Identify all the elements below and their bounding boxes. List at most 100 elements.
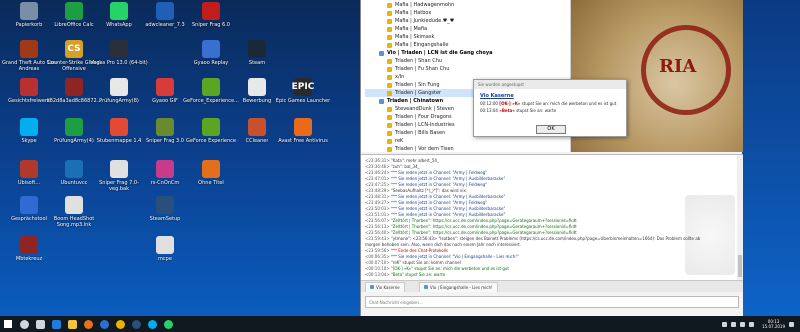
dialog-line-name: »Beta«: [499, 108, 515, 113]
desktop-icon-label: Sniper Frag 3.0: [146, 138, 184, 144]
chat-scrollbar[interactable]: [737, 155, 743, 280]
chat-timestamp: <23:48:29>: [365, 188, 390, 193]
ok-button[interactable]: OK: [536, 125, 566, 134]
tree-user[interactable]: Mafia | Eingangshalle: [365, 41, 565, 49]
app-icon: [20, 78, 38, 96]
taskbar-teamspeak[interactable]: [96, 316, 112, 332]
desktop-icon-label: Ubuntuvcc: [60, 180, 88, 186]
taskbar-firefox[interactable]: [80, 316, 96, 332]
taskbar-edge[interactable]: [48, 316, 64, 332]
chat-tabs: Vio Kaserne Vio | Eingangshalle - Lies mi…: [361, 280, 743, 292]
app-icon: CS: [65, 40, 83, 58]
desktop-icon-label: Avast Free Antivirus: [278, 138, 328, 144]
desktop-icon[interactable]: mcpe: [136, 236, 194, 276]
desktop: Papierkorb LibreOffice Calc WhatsApp adwcle…: [0, 0, 360, 316]
app-icon: [110, 2, 128, 20]
chat-timestamp: <23:48:31>: [365, 194, 390, 199]
desktop-icon-label: LibreOffice Calc: [54, 22, 94, 28]
tree-user[interactable]: Triaden | Fu Shan Chu: [365, 65, 565, 73]
chat-input[interactable]: [365, 296, 739, 308]
taskbar-skype[interactable]: [144, 316, 160, 332]
tree-user[interactable]: Mafia | Junkiedude.♥_♥: [365, 17, 565, 25]
desktop-icon-label: Epic Games Launcher: [275, 98, 331, 104]
tab-icon: [370, 285, 374, 289]
volume-icon[interactable]: [740, 321, 746, 327]
desktop-icon-label: CCleaner: [245, 138, 269, 144]
chat-timestamp: <23:36:31>: [365, 158, 390, 163]
app-icon: [20, 40, 38, 58]
chat-timestamp: <23:51:01>: [365, 212, 390, 217]
desktop-icon[interactable]: Mbtekreuz: [0, 236, 58, 276]
tree-channel[interactable]: Vio | Triaden | LCN ist die Gang choya: [365, 49, 565, 57]
desktop-icon[interactable]: Sniper Frag 6.0: [182, 2, 240, 42]
tree-row-label: x/In: [395, 74, 405, 80]
chat-timestamp: <00:13:04>: [365, 272, 390, 277]
desktop-icon[interactable]: Vegas Pro 13.0 (64-bit): [90, 40, 148, 80]
chat-timestamp: <23:50:03>: [365, 206, 390, 211]
desktop-icon-label: Gyaoo Replay: [193, 60, 229, 66]
notification-icon[interactable]: [789, 321, 794, 327]
tree-user[interactable]: Triaden | Shan Chu: [365, 57, 565, 65]
task-view-button[interactable]: [32, 316, 48, 332]
app-icon: [156, 118, 174, 136]
tree-row-label: Mafia | Junkiedude.♥_♥: [395, 18, 455, 24]
chat-message: "reK" stupst Sie an: komm channel: [390, 260, 461, 265]
desktop-icon-label: Ohne Titel: [198, 180, 224, 186]
taskbar: 00:13 15.07.2019: [0, 316, 800, 332]
scrollbar-thumb[interactable]: [738, 255, 742, 277]
start-button[interactable]: [0, 316, 16, 332]
dialog-line-name: [OK-] »K«: [499, 101, 521, 106]
tree-user[interactable]: Mafia | Hatbox: [365, 9, 565, 17]
desktop-icon-label: Gesichtsfreiwerk: [8, 98, 50, 104]
task-view-icon: [35, 319, 45, 329]
chat-log[interactable]: <23:36:31> "Kata": mehr albert_54_ <23:36…: [361, 154, 743, 280]
desktop-icon[interactable]: Avast Free Antivirus: [274, 118, 332, 158]
tree-row-label: Triaden | Four Dragons: [395, 114, 452, 120]
tree-user[interactable]: reK: [365, 137, 565, 145]
desktop-icon[interactable]: Ohne Titel: [182, 160, 240, 200]
chat-message: "Zelttört | Thorben": https://cs.ucc.de.…: [390, 230, 577, 235]
language-icon[interactable]: [749, 321, 755, 327]
chat-message: "Beta" stupst Sie an: warte: [390, 272, 446, 277]
taskbar-chrome[interactable]: [112, 316, 128, 332]
tab-server[interactable]: Vio Kaserne: [365, 282, 405, 292]
tree-user[interactable]: Mafia | Mafia: [365, 25, 565, 33]
desktop-icon-label: Stubenmappe 1.4: [96, 138, 142, 144]
dialog-line-text: stupst Sie an: warte: [514, 108, 557, 113]
chat-timestamp: <23:47:25>: [365, 182, 390, 187]
desktop-icon[interactable]: SteamSetup: [136, 196, 194, 236]
desktop-icon-label: Sniper Frag 6.0: [192, 22, 230, 28]
desktop-icon-label: Mbtekreuz: [15, 256, 43, 262]
chat-message: *** Sie reden jetzt in Channel: "Army | …: [390, 176, 506, 181]
desktop-icon[interactable]: Steam: [228, 40, 286, 80]
desktop-icon[interactable]: EPIC Epic Games Launcher: [274, 78, 332, 118]
app-icon: [65, 2, 83, 20]
windows-icon: [4, 320, 12, 328]
clock[interactable]: 00:13 15.07.2019: [762, 319, 785, 329]
chat-timestamp: <23:56:07>: [365, 218, 390, 223]
tree-user[interactable]: Mafia | Skimask: [365, 33, 565, 41]
tree-user[interactable]: Triaden | Vor dem Tisen: [365, 145, 565, 152]
tray-arrow-icon[interactable]: [722, 321, 728, 327]
chat-timestamp: <00:06:35>: [365, 254, 390, 259]
tab-icon: [424, 285, 428, 289]
tree-row-label: Triaden | Fu Shan Chu: [395, 66, 450, 72]
chat-timestamp: <23:36:46>: [365, 164, 390, 169]
tab-channel[interactable]: Vio | Eingangshalle - Lies mich!: [419, 282, 498, 292]
app-icon: [248, 118, 266, 136]
user-icon: [387, 106, 392, 112]
chat-timestamp: <23:49:27>: [365, 200, 390, 205]
search-button[interactable]: [16, 316, 32, 332]
taskbar-whatsapp[interactable]: [160, 316, 176, 332]
tree-row-label: Triaden | Vor dem Tisen: [395, 146, 454, 152]
taskbar-steam[interactable]: [128, 316, 144, 332]
app-icon: [65, 196, 83, 214]
desktop-icon-label: Gesprächstool: [11, 216, 47, 222]
app-icon: [20, 196, 38, 214]
desktop-icon[interactable]: Boom HeadShot Song.mp3.lnk: [45, 196, 103, 236]
app-icon: [156, 2, 174, 20]
network-icon[interactable]: [731, 321, 737, 327]
desktop-icon-label: Ubisoft...: [17, 180, 41, 186]
tree-user[interactable]: Mafia | Hadwagenmohn: [365, 1, 565, 9]
taskbar-explorer[interactable]: [64, 316, 80, 332]
